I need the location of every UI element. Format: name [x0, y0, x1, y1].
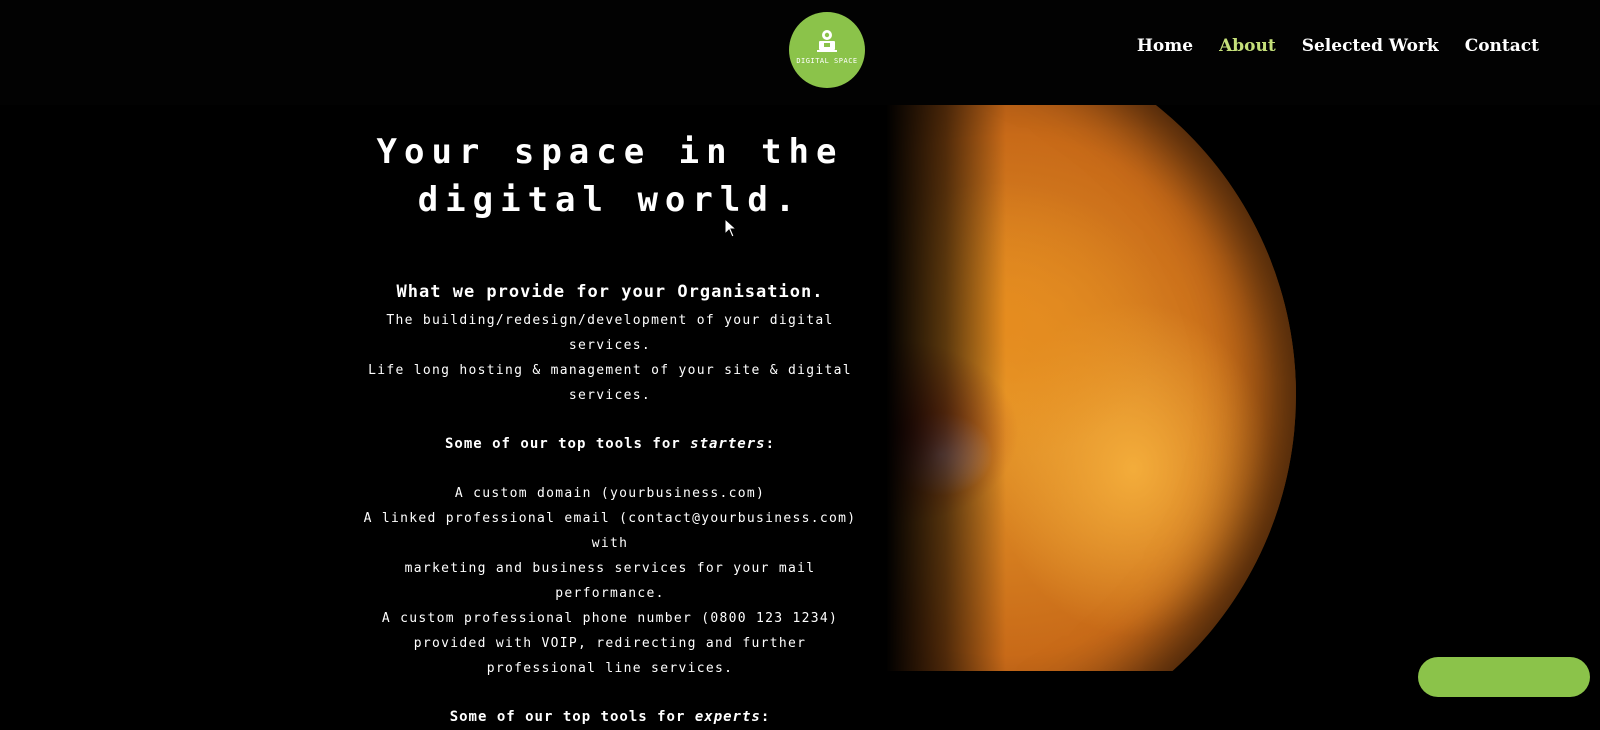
- nav-about[interactable]: About: [1219, 36, 1276, 56]
- starters-line: marketing and business services for your…: [404, 561, 816, 601]
- hero-line-1: Your space in the: [376, 132, 844, 172]
- nav-selected-work[interactable]: Selected Work: [1302, 36, 1439, 56]
- planet-shade: [886, 105, 1006, 671]
- experts-heading: Some of our top tools for experts:: [350, 705, 870, 730]
- provide-line: services.: [568, 388, 652, 403]
- starters-line: A custom domain (yourbusiness.com): [454, 486, 766, 501]
- experts-heading-prefix: Some of our top tools for: [449, 709, 695, 725]
- mouse-pointer-icon: [724, 218, 738, 238]
- starters-heading-prefix: Some of our top tools for: [444, 436, 691, 452]
- planet-image: [886, 105, 1600, 671]
- starters-heading: Some of our top tools for starters:: [350, 432, 870, 457]
- logo-text: DIGITAL SPACE: [796, 57, 858, 65]
- site-header: DIGITAL SPACE Home About Selected Work C…: [0, 0, 1600, 105]
- nav-contact[interactable]: Contact: [1465, 36, 1539, 56]
- experts-heading-suffix: :: [760, 709, 771, 725]
- starters-heading-suffix: :: [765, 436, 776, 452]
- starters-line: professional line services.: [486, 661, 734, 676]
- site-logo[interactable]: DIGITAL SPACE: [789, 12, 865, 88]
- experts-heading-em: experts: [694, 709, 761, 725]
- hero-title: Your space in the digital world.: [350, 128, 870, 224]
- provide-line: Life long hosting & management of your s…: [368, 363, 852, 378]
- chat-widget-button[interactable]: [1418, 657, 1590, 697]
- starters-line: A linked professional email (contact@you…: [363, 511, 857, 551]
- robot-laptop-icon: [817, 30, 837, 52]
- provide-line: The building/redesign/development of you…: [386, 313, 834, 353]
- starters-heading-em: starters: [690, 436, 766, 452]
- starters-line: A custom professional phone number (0800…: [381, 611, 839, 626]
- about-content: Your space in the digital world. What we…: [350, 122, 870, 730]
- provide-heading: What we provide for your Organisation.: [396, 282, 824, 302]
- nav-home[interactable]: Home: [1137, 36, 1193, 56]
- starters-line: provided with VOIP, redirecting and furt…: [413, 636, 807, 651]
- main-nav: Home About Selected Work Contact: [1111, 36, 1539, 56]
- hero-line-2: digital world.: [417, 180, 803, 220]
